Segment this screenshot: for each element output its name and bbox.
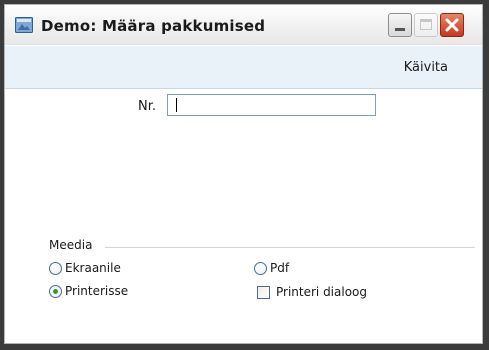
printer-dialog-label[interactable]: Printeri dialoog (276, 285, 367, 299)
minimize-button[interactable] (388, 13, 412, 37)
title-bar[interactable]: Demo: Määra pakkumised (5, 5, 482, 45)
printer-dialog-checkbox[interactable] (257, 286, 270, 299)
toolbar: Käivita (5, 46, 482, 89)
nr-label: Nr. (138, 99, 157, 114)
close-button[interactable] (440, 13, 464, 37)
radio-printer[interactable] (49, 285, 62, 298)
text-caret (176, 98, 177, 112)
maximize-button[interactable] (414, 13, 438, 37)
run-button[interactable]: Käivita (404, 60, 448, 75)
main-window: Demo: Määra pakkumised Käivita Nr. Meedi… (4, 4, 483, 344)
media-section-divider (105, 247, 475, 248)
radio-screen[interactable] (49, 262, 62, 275)
radio-printer-label[interactable]: Printerisse (65, 284, 128, 298)
radio-pdf-label[interactable]: Pdf (270, 261, 289, 275)
radio-pdf[interactable] (254, 262, 267, 275)
window-title: Demo: Määra pakkumised (41, 17, 266, 35)
nr-input[interactable] (167, 94, 376, 116)
radio-screen-label[interactable]: Ekraanile (65, 261, 121, 275)
app-icon (15, 17, 33, 33)
media-section-label: Meedia (49, 238, 93, 252)
radio-selected-dot (53, 289, 58, 294)
